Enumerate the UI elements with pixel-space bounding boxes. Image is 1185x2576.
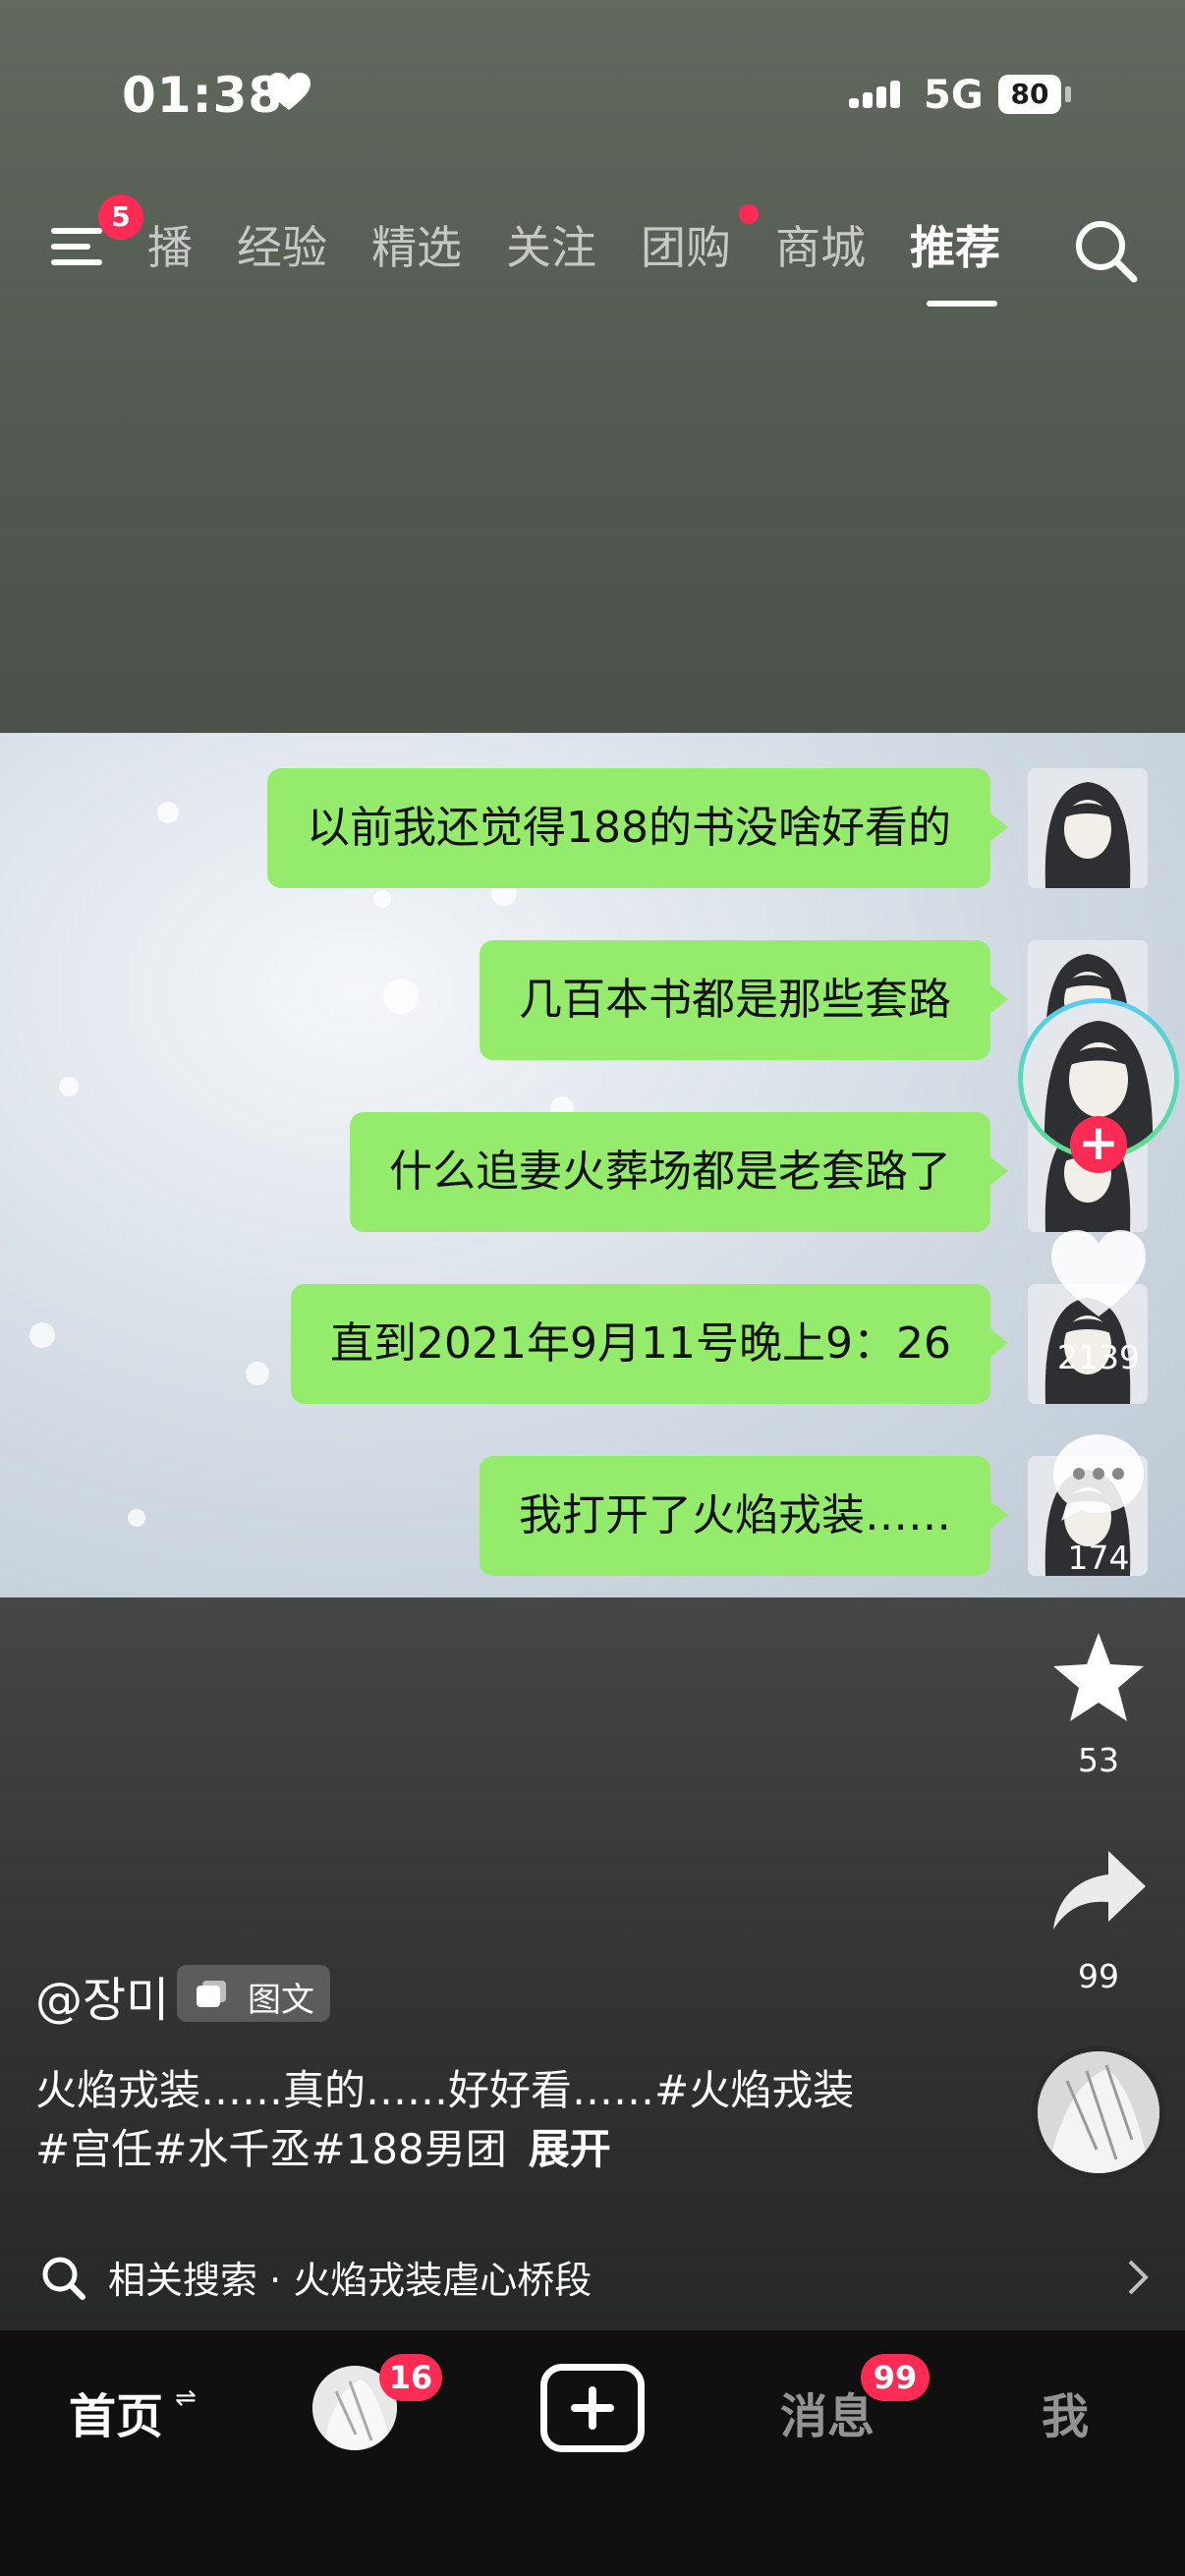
create-button[interactable] [540,2364,645,2452]
bottom-tab-bar: 首页 ⇌ 16 消息 99 我 [0,2330,1185,2576]
tab-messages[interactable]: 消息 [780,2378,875,2446]
heart-icon [267,73,310,110]
top-nav-tabs: 播 经验 精选 关注 团购 商城 推荐 [147,218,1044,287]
chevron-right-icon [1128,2260,1149,2295]
tab-home[interactable]: 首页 [69,2378,163,2446]
tab-featured[interactable]: 精选 [371,218,462,287]
chat-bubble: 几百本书都是那些套路 [480,940,1008,1060]
like-count: 2139 [1057,1338,1140,1376]
menu-icon[interactable] [51,224,102,267]
author-name[interactable]: @장미 [35,1961,169,2030]
tab-recommended[interactable]: 推荐 [910,218,1000,287]
tab-mall[interactable]: 商城 [775,218,866,287]
favorite-count: 53 [1078,1741,1119,1779]
chat-bubble: 直到2021年9月11号晚上9：26 [291,1284,1008,1404]
tab-live[interactable]: 播 [147,218,193,287]
group-buy-dot [739,204,759,224]
signal-icon [849,81,900,108]
active-tab-underline [927,301,997,307]
post-image[interactable]: 以前我还觉得188的书没啥好看的 几百本书都是那些套路 什么追妻火葬场都是老套路… [0,733,1185,1597]
share-icon[interactable] [1047,1845,1150,1939]
comment-icon[interactable] [1047,1430,1150,1525]
snowflake [157,802,179,823]
status-time: 01:38 [122,67,284,124]
chat-avatar [1028,768,1148,888]
share-count: 99 [1078,1957,1119,1995]
chat-bubble: 我打开了火焰戎装…… [480,1456,1008,1576]
tab-following[interactable]: 关注 [506,218,596,287]
related-search-label: 相关搜索 · 火焰戎装虐心桥段 [108,2259,592,2302]
search-icon [42,2257,85,2300]
star-icon[interactable] [1047,1631,1150,1725]
messages-badge: 99 [861,2354,930,2401]
snowflake [383,979,419,1014]
menu-badge: 5 [98,195,143,240]
snowflake [373,890,391,908]
battery-icon: 80 [998,75,1061,114]
post-type-label: 图文 [248,1981,314,2020]
snowflake [59,1077,79,1096]
tab-group-buy[interactable]: 团购 [641,218,731,287]
related-search-bar[interactable]: 相关搜索 · 火焰戎装虐心桥段 [39,2244,1150,2307]
like-icon[interactable] [1047,1228,1150,1322]
friends-badge: 16 [379,2354,442,2401]
caption-text: 火焰戎装……真的……好好看……#火焰戎装 #宫任#水千丞#188男团 [35,2066,855,2173]
snowflake [29,1322,55,1348]
snowflake [246,1362,269,1385]
comment-count: 174 [1067,1539,1130,1577]
image-text-icon [197,1981,226,2007]
follow-button[interactable]: + [1070,1116,1127,1173]
tab-me[interactable]: 我 [1042,2378,1089,2446]
chat-bubble: 以前我还觉得188的书没啥好看的 [267,768,1008,888]
battery-tip [1065,86,1071,102]
expand-link[interactable]: 展开 [529,2125,611,2173]
network-label: 5G [924,73,984,118]
search-icon[interactable] [1073,218,1138,283]
tab-experience[interactable]: 经验 [237,218,327,287]
refresh-arrows-icon: ⇌ [175,2383,197,2413]
music-disc[interactable] [1032,2045,1165,2179]
post-caption[interactable]: 火焰戎装……真的……好好看……#火焰戎装 #宫任#水千丞#188男团 展开 [35,2061,900,2179]
chat-bubble: 什么追妻火葬场都是老套路了 [350,1112,1008,1232]
plus-icon-vertical [589,2386,596,2430]
bottom-background [0,1597,1185,2330]
snowflake [128,1509,145,1527]
post-type-tag: 图文 [177,1965,330,2022]
